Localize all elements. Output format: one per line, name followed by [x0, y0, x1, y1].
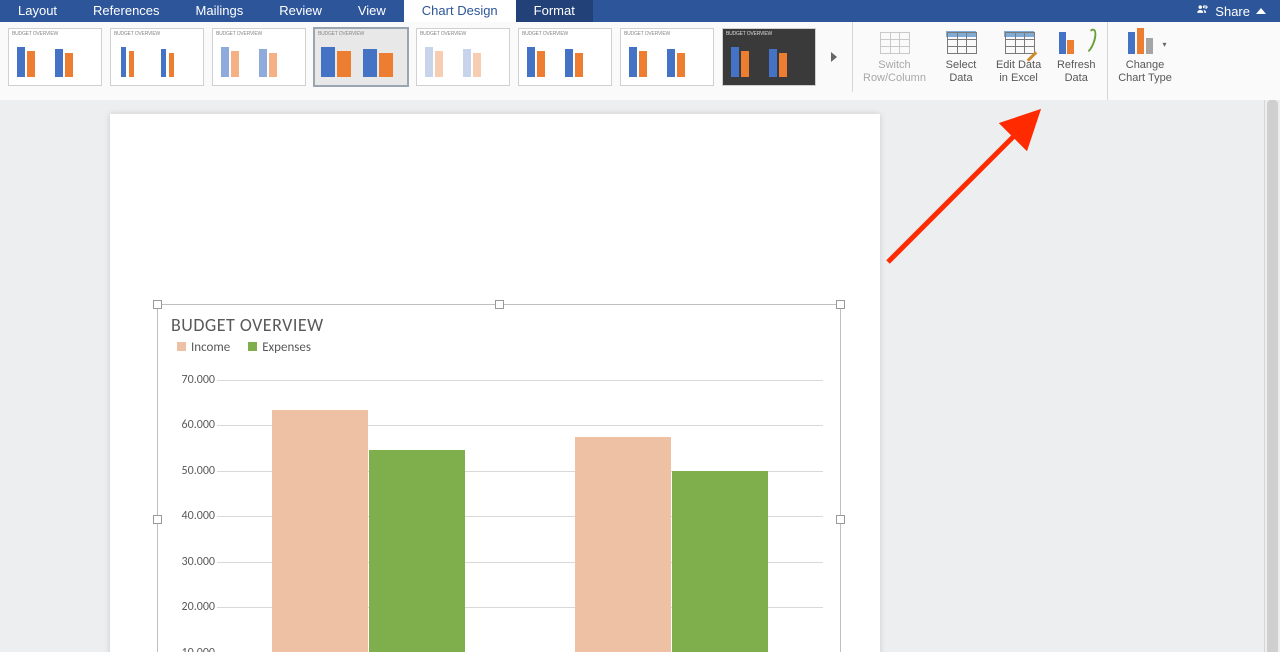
resize-handle-tl[interactable]	[153, 300, 162, 309]
y-tick-label: 40.000	[182, 509, 215, 523]
tab-format[interactable]: Format	[516, 0, 593, 22]
edit-data-excel-icon	[1002, 28, 1036, 56]
switch-row-column-button[interactable]: Switch Row/Column	[863, 28, 926, 84]
bar-income-actual[interactable]	[575, 437, 672, 652]
legend-item-expenses[interactable]: Expenses	[248, 340, 311, 355]
chart-canvas: BUDGET OVERVIEW Income Expenses 010.0002…	[163, 310, 835, 652]
grid-line	[217, 380, 823, 381]
share-button[interactable]: Share	[1215, 4, 1250, 19]
chart-styles-gallery: BUDGET OVERVIEW BUDGET OVERVIEW BUDGET O…	[0, 22, 853, 92]
y-tick-label: 20.000	[182, 600, 215, 614]
collapse-ribbon-icon[interactable]	[1256, 8, 1266, 14]
bar-expenses-actual[interactable]	[672, 471, 769, 652]
change-chart-type-button[interactable]: ▾ Change Chart Type	[1118, 28, 1172, 84]
legend-swatch-expenses	[248, 342, 257, 351]
chart-style-7[interactable]: BUDGET OVERVIEW	[620, 28, 714, 86]
data-commands-group: Switch Row/Column Select Data Edit Data …	[853, 22, 1108, 100]
refresh-data-button[interactable]: Refresh Data	[1055, 28, 1097, 84]
tab-view[interactable]: View	[340, 0, 404, 22]
tab-review[interactable]: Review	[261, 0, 340, 22]
chart-styles-more[interactable]	[824, 29, 844, 85]
chart-style-4[interactable]: BUDGET OVERVIEW	[314, 28, 408, 86]
y-tick-label: 60.000	[182, 418, 215, 432]
select-data-button[interactable]: Select Data	[940, 28, 982, 84]
ribbon-body: BUDGET OVERVIEW BUDGET OVERVIEW BUDGET O…	[0, 22, 1280, 101]
chart-legend[interactable]: Income Expenses	[177, 340, 835, 355]
legend-item-income[interactable]: Income	[177, 340, 230, 355]
chart-plot-area[interactable]: 010.00020.00030.00040.00050.00060.00070.…	[217, 380, 823, 652]
scrollbar-thumb[interactable]	[1267, 100, 1278, 652]
chart-style-1[interactable]: BUDGET OVERVIEW	[8, 28, 102, 86]
refresh-data-icon	[1059, 28, 1093, 56]
y-tick-label: 70.000	[182, 373, 215, 387]
chart-style-2[interactable]: BUDGET OVERVIEW	[110, 28, 204, 86]
document-area: BUDGET OVERVIEW Income Expenses 010.0002…	[0, 100, 1280, 652]
y-tick-label: 10.000	[182, 646, 215, 652]
tab-layout[interactable]: Layout	[0, 0, 75, 22]
vertical-scrollbar[interactable]	[1264, 100, 1280, 652]
resize-handle-tr[interactable]	[836, 300, 845, 309]
change-chart-type-icon: ▾	[1128, 28, 1162, 56]
tab-chart-design[interactable]: Chart Design	[404, 0, 516, 22]
ribbon-tab-strip: Layout References Mailings Review View C…	[0, 0, 1280, 22]
share-icon	[1195, 3, 1209, 20]
resize-handle-tm[interactable]	[495, 300, 504, 309]
chart-style-5[interactable]: BUDGET OVERVIEW	[416, 28, 510, 86]
tab-references[interactable]: References	[75, 0, 177, 22]
bar-expenses-estimated[interactable]	[369, 450, 466, 652]
bar-income-estimated[interactable]	[272, 410, 369, 652]
type-commands-group: ▾ Change Chart Type	[1108, 22, 1182, 100]
y-tick-label: 30.000	[182, 555, 215, 569]
chart-title[interactable]: BUDGET OVERVIEW	[171, 314, 835, 336]
chart-style-6[interactable]: BUDGET OVERVIEW	[518, 28, 612, 86]
edit-data-excel-button[interactable]: Edit Data in Excel	[996, 28, 1041, 84]
chart-style-3[interactable]: BUDGET OVERVIEW	[212, 28, 306, 86]
resize-handle-mr[interactable]	[836, 515, 845, 524]
chart-object[interactable]: BUDGET OVERVIEW Income Expenses 010.0002…	[157, 304, 841, 652]
y-tick-label: 50.000	[182, 464, 215, 478]
legend-swatch-income	[177, 342, 186, 351]
select-data-icon	[944, 28, 978, 56]
y-axis: 010.00020.00030.00040.00050.00060.00070.…	[169, 380, 215, 652]
tab-mailings[interactable]: Mailings	[178, 0, 262, 22]
chart-style-8[interactable]: BUDGET OVERVIEW	[722, 28, 816, 86]
switch-row-column-icon	[877, 28, 911, 56]
resize-handle-ml[interactable]	[153, 515, 162, 524]
